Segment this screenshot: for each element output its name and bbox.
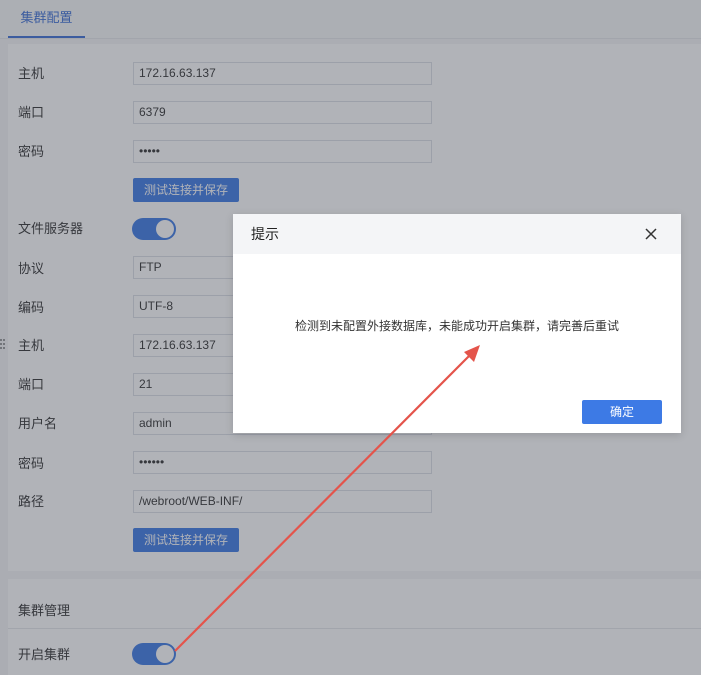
dialog-title: 提示 bbox=[251, 226, 279, 242]
alert-dialog: 提示 检测到未配置外接数据库，未能成功开启集群，请完善后重试 确定 bbox=[233, 214, 681, 433]
confirm-button[interactable]: 确定 bbox=[582, 400, 662, 424]
close-icon[interactable] bbox=[641, 224, 661, 244]
dialog-header: 提示 bbox=[233, 214, 681, 254]
dialog-message: 检测到未配置外接数据库，未能成功开启集群，请完善后重试 bbox=[294, 319, 619, 333]
